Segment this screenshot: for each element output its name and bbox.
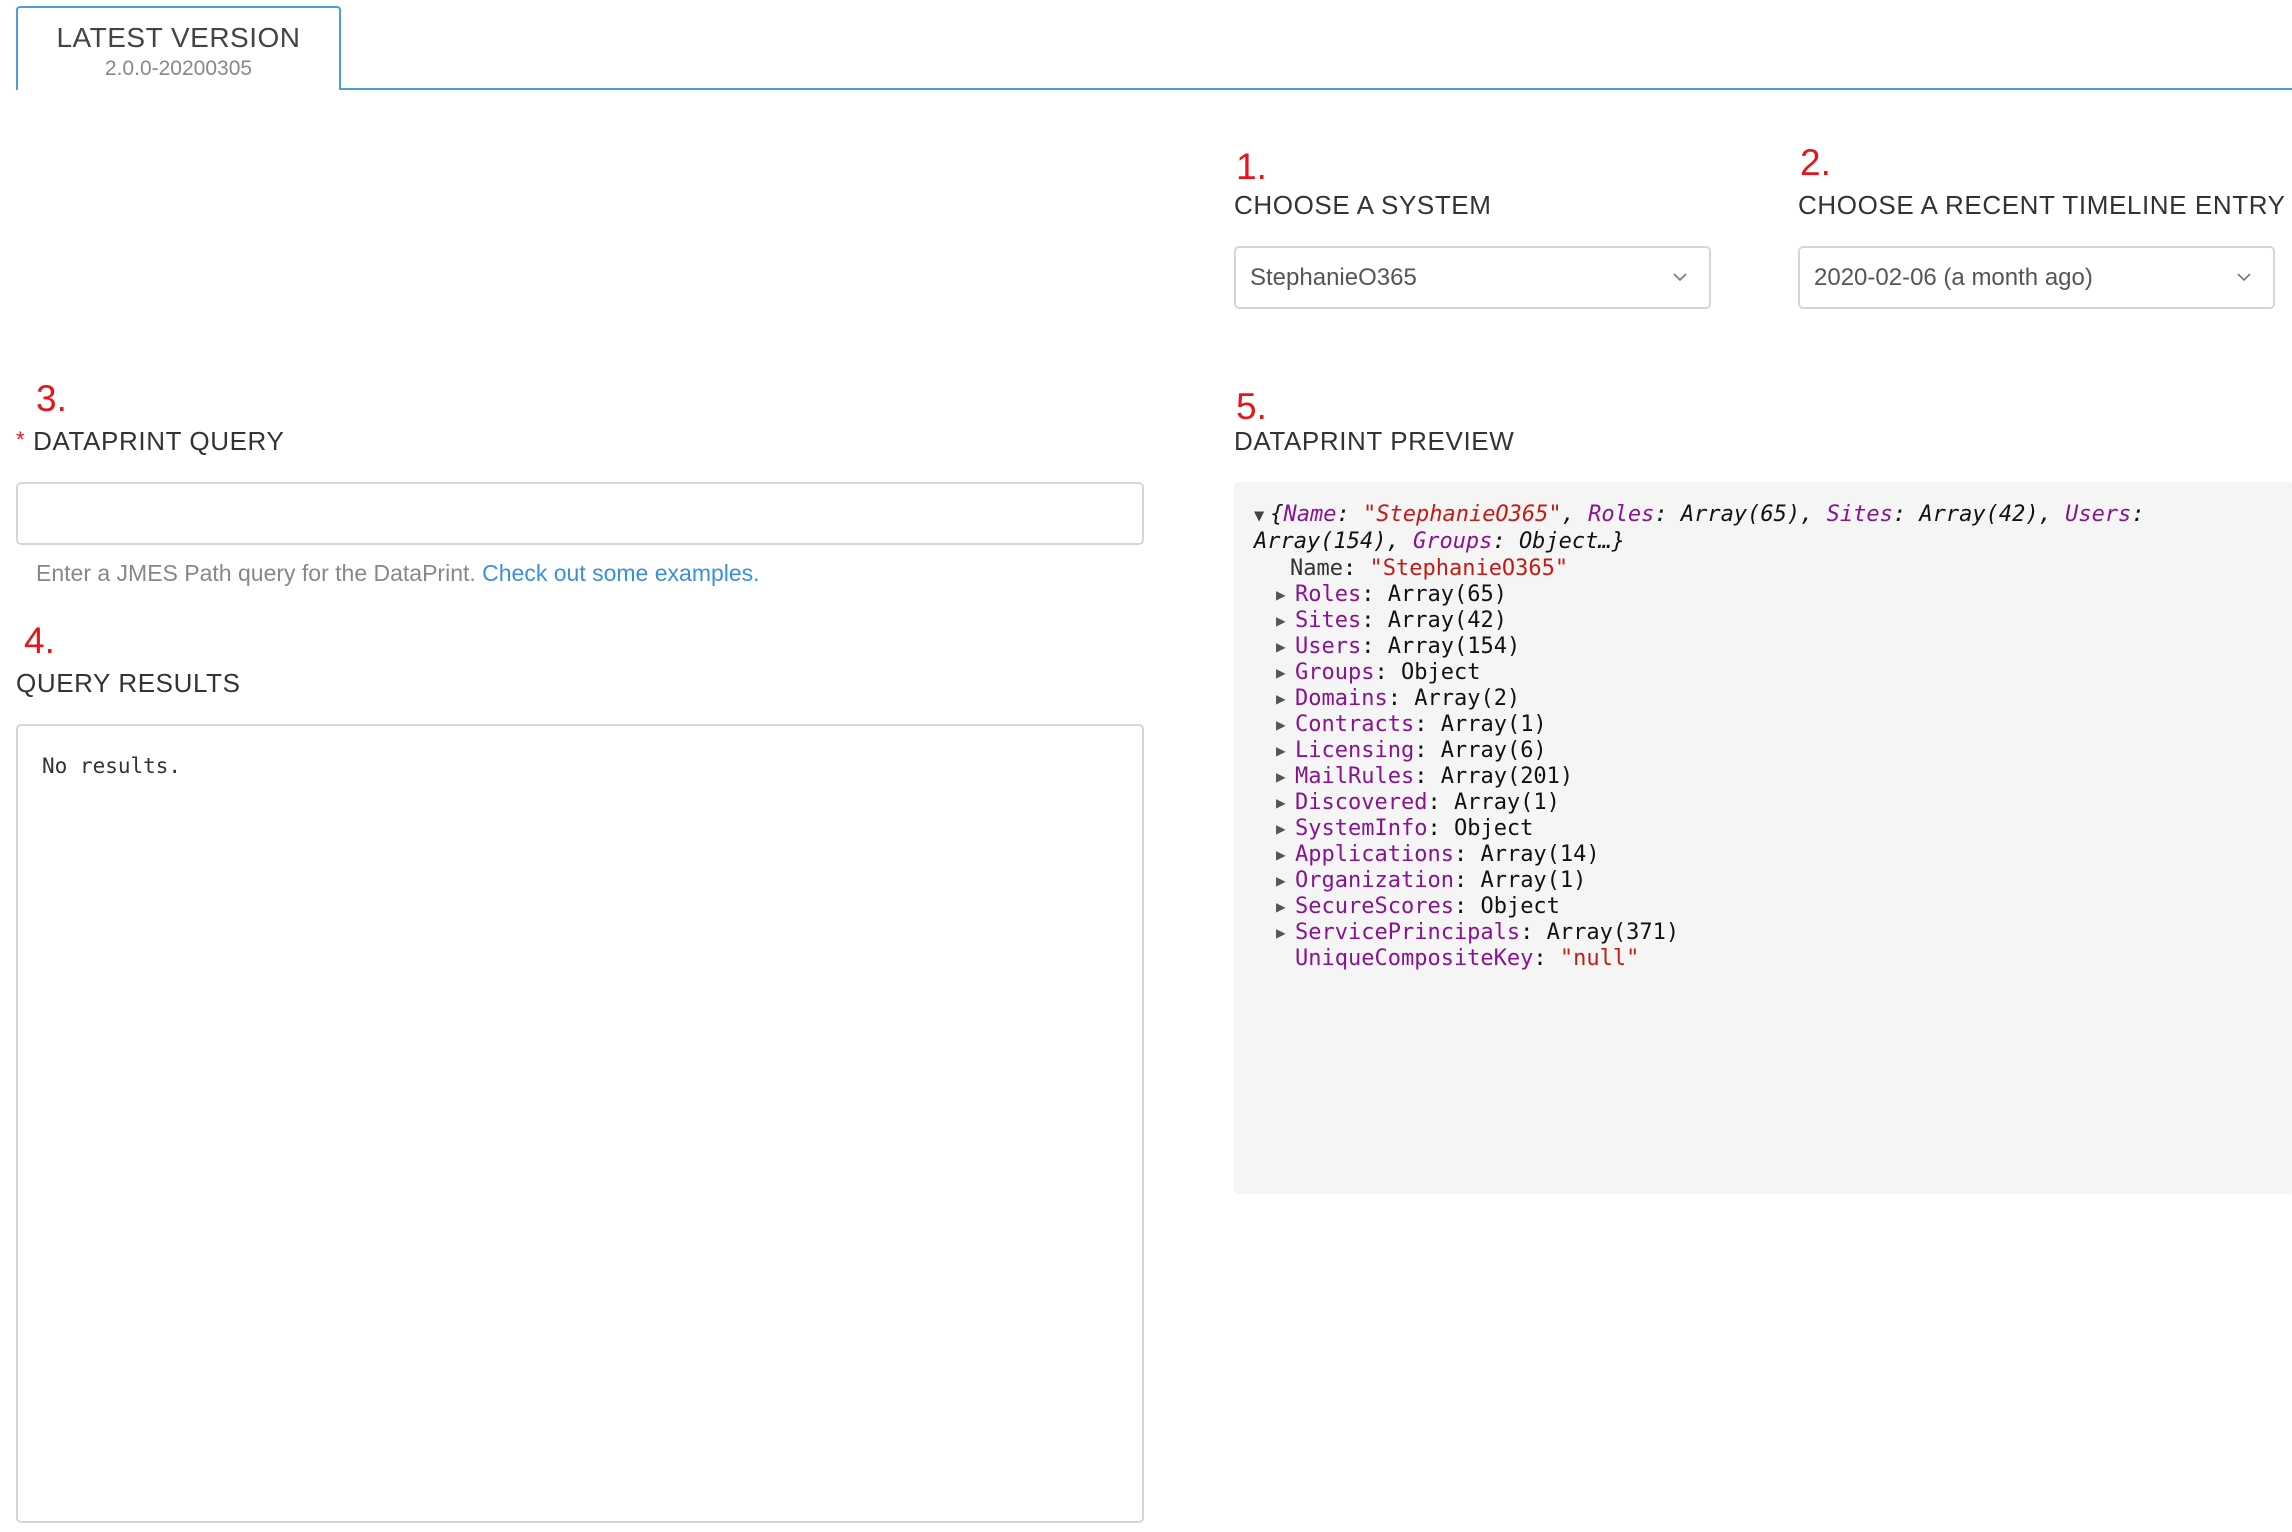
preview-value: "null" (1559, 946, 1640, 971)
summary-value: Object… (1518, 529, 1612, 554)
preview-value: Array(1) (1440, 712, 1547, 737)
preview-key: Applications (1295, 842, 1454, 867)
preview-key: Domains (1295, 686, 1388, 711)
preview-root-summary[interactable]: ▼ {Name: "StephanieO365", Roles: Array(65… (1254, 502, 2284, 555)
system-select[interactable]: StephanieO365 (1234, 246, 1711, 309)
step-number-4: 4. (24, 620, 55, 661)
preview-key: Discovered (1295, 790, 1428, 815)
preview-key: Roles (1295, 582, 1362, 607)
preview-key: SecureScores (1295, 894, 1454, 919)
query-help-text: Enter a JMES Path query for the DataPrin… (36, 560, 760, 587)
preview-key: Licensing (1295, 738, 1415, 763)
preview-key: SystemInfo (1295, 816, 1428, 841)
preview-key: ServicePrincipals (1295, 920, 1521, 945)
preview-key: Groups (1295, 660, 1375, 685)
dataprint-query-input[interactable] (16, 482, 1144, 545)
dataprint-preview-label: DATAPRINT PREVIEW (1234, 426, 1515, 456)
preview-key: Users (1295, 634, 1362, 659)
chevron-down-icon (2237, 273, 2251, 282)
step-number-5: 5. (1236, 386, 1267, 427)
preview-value: Array(2) (1414, 686, 1521, 711)
tab-bar-baseline (16, 88, 2292, 90)
preview-key: Name (1290, 556, 1343, 581)
timeline-select[interactable]: 2020-02-06 (a month ago) (1798, 246, 2275, 309)
query-results-label: QUERY RESULTS (16, 668, 241, 698)
preview-value: Array(65) (1387, 582, 1507, 607)
preview-value: Array(201) (1440, 764, 1574, 789)
summary-key: Name (1283, 502, 1337, 527)
dataprint-query-label-text: DATAPRINT QUERY (33, 426, 285, 456)
query-help-description: Enter a JMES Path query for the DataPrin… (36, 560, 476, 586)
chevron-down-icon (1673, 273, 1687, 282)
choose-system-label: CHOOSE A SYSTEM (1234, 190, 1492, 220)
preview-key: UniqueCompositeKey (1295, 946, 1534, 971)
preview-row-uniquecompositekey: UniqueCompositeKey: "null" (1295, 946, 1640, 971)
preview-value: Array(42) (1387, 608, 1507, 633)
required-marker: * (16, 427, 26, 452)
dataprint-preview-panel: ▼ {Name: "StephanieO365", Roles: Array(65… (1234, 482, 2292, 1194)
choose-timeline-label: CHOOSE A RECENT TIMELINE ENTRY (1798, 190, 2286, 220)
tab-version: 2.0.0-20200305 (104, 57, 253, 80)
summary-value: Array(65) (1680, 502, 1801, 527)
tab-bar: LATEST VERSION 2.0.0-20200305 (0, 0, 2292, 90)
summary-key: Roles (1588, 502, 1655, 527)
preview-value: Object (1400, 660, 1481, 685)
system-select-value: StephanieO365 (1250, 264, 1417, 291)
examples-link[interactable]: Check out some examples. (482, 560, 759, 586)
tab-title: LATEST VERSION (56, 22, 301, 53)
preview-key: Organization (1295, 868, 1454, 893)
preview-value: Object (1480, 894, 1560, 919)
query-results-box[interactable]: No results. (16, 724, 1144, 1523)
timeline-select-value: 2020-02-06 (a month ago) (1814, 264, 2093, 291)
preview-value: Array(14) (1480, 842, 1600, 867)
summary-key: Groups (1412, 529, 1493, 554)
summary-value: Array(154) (1254, 529, 1387, 554)
preview-value: Array(6) (1440, 738, 1547, 763)
preview-value: Array(1) (1453, 790, 1560, 815)
preview-value: "StephanieO365" (1369, 556, 1569, 581)
summary-brace: { (1270, 502, 1284, 527)
preview-key: Contracts (1295, 712, 1415, 737)
preview-key: MailRules (1295, 764, 1415, 789)
tab-latest-version[interactable]: LATEST VERSION 2.0.0-20200305 (16, 6, 341, 90)
summary-key: Users (2065, 502, 2132, 527)
preview-value: Array(371) (1546, 920, 1680, 945)
preview-value: Array(154) (1387, 634, 1521, 659)
query-results-text: No results. (42, 754, 182, 778)
step-number-2: 2. (1800, 142, 1831, 183)
step-number-3: 3. (36, 378, 67, 419)
preview-value: Array(1) (1480, 868, 1587, 893)
dataprint-query-label: * DATAPRINT QUERY (16, 426, 284, 457)
triangle-down-icon[interactable]: ▼ (1254, 506, 1264, 526)
step-number-1: 1. (1236, 146, 1267, 187)
preview-value: Object (1453, 816, 1534, 841)
summary-value: Array(42) (1919, 502, 2039, 527)
summary-value: "StephanieO365" (1362, 502, 1562, 527)
summary-key: Sites (1826, 502, 1893, 527)
preview-key: Sites (1295, 608, 1362, 633)
